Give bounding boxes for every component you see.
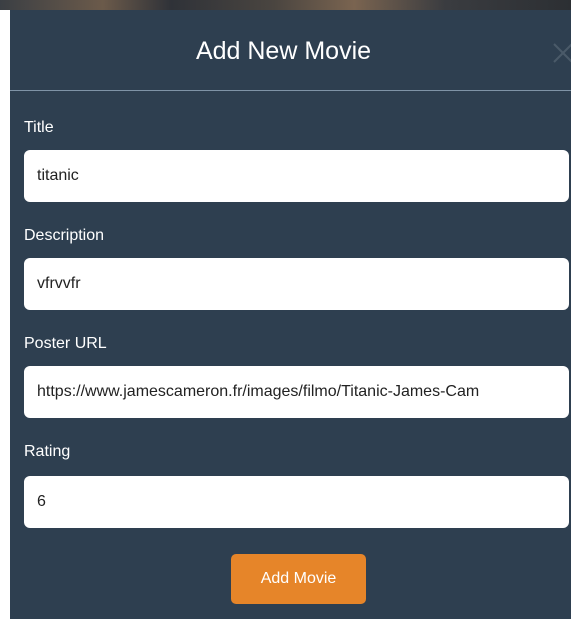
add-movie-modal: Add New Movie Title Description Poster U… <box>10 10 571 619</box>
add-movie-button[interactable]: Add Movie <box>231 554 366 604</box>
description-input[interactable] <box>24 258 569 310</box>
close-icon <box>553 43 571 63</box>
close-button[interactable] <box>550 40 571 66</box>
title-input[interactable] <box>24 150 569 202</box>
rating-label: Rating <box>24 443 71 460</box>
modal-header: Add New Movie <box>10 10 571 91</box>
poster-url-label: Poster URL <box>24 335 107 352</box>
background-image-strip <box>0 0 571 10</box>
modal-title: Add New Movie <box>195 37 372 65</box>
poster-url-input[interactable] <box>24 366 569 418</box>
description-label: Description <box>24 227 105 244</box>
rating-input[interactable] <box>24 476 569 528</box>
title-label: Title <box>24 119 54 136</box>
